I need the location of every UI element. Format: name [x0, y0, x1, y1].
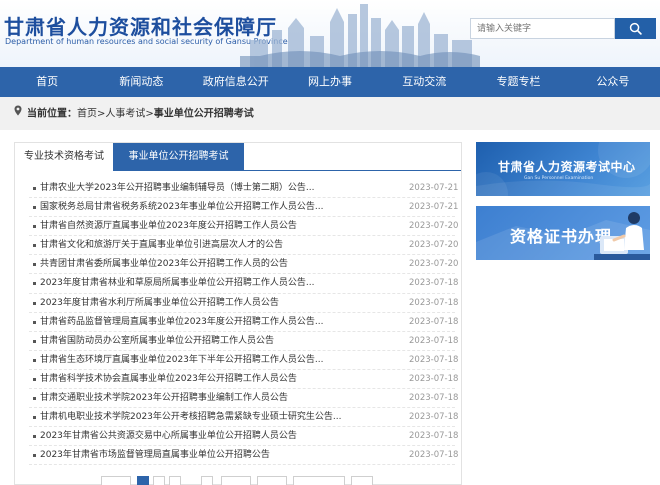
article-title[interactable]: 2023年度甘肃省水利厅所属事业单位公开招聘工作人员公告 — [40, 294, 362, 312]
breadcrumb: 当前位置：首页>人事考试>事业单位公开招聘考试 — [0, 97, 660, 130]
pagination-page-button[interactable] — [201, 476, 213, 485]
search-button[interactable] — [615, 18, 656, 39]
exam-center-banner[interactable]: 甘肃省人力资源考试中心 Gan Su Personnel Examination — [476, 142, 650, 196]
pagination-page-current[interactable] — [137, 476, 149, 485]
certificate-banner[interactable]: 资格证书办理 — [476, 206, 650, 260]
bullet-icon — [33, 301, 36, 305]
article-date: 2023-07-20 — [409, 240, 459, 251]
city-skyline-illustration — [240, 4, 480, 67]
article-row[interactable]: 甘肃省生态环境厅直属事业单位2023年下半年公开招聘工作人员公告... 2023-… — [29, 351, 459, 370]
article-panel: 专业技术资格考试 事业单位公开招聘考试 甘肃农业大学2023年公开招聘事业编制辅… — [14, 142, 462, 485]
tab-public-institution-recruitment[interactable]: 事业单位公开招聘考试 — [113, 143, 244, 171]
pagination-page-button[interactable] — [169, 476, 181, 485]
site-header: 甘肃省人力资源和社会保障厅 Department of human resour… — [0, 0, 660, 67]
article-row[interactable]: 甘肃省科学技术协会直属事业单位2023年公开招聘工作人员公告 2023-07-18 — [29, 370, 459, 390]
tab-professional-qualification[interactable]: 专业技术资格考试 — [15, 143, 113, 171]
pagination-next-button[interactable] — [221, 476, 251, 485]
article-title[interactable]: 甘肃省生态环境厅直属事业单位2023年下半年公开招聘工作人员公告... — [40, 351, 362, 369]
article-title[interactable]: 甘肃农业大学2023年公开招聘事业编制辅导员（博士第二期）公告... — [40, 179, 362, 197]
article-row[interactable]: 2023年甘肃省公共资源交易中心所属事业单位公开招聘人员公告 2023-07-18 — [29, 427, 459, 447]
bullet-icon — [33, 358, 36, 362]
article-date: 2023-07-18 — [409, 297, 459, 308]
article-title[interactable]: 甘肃省国防动员办公室所属事业单位公开招聘工作人员公告 — [40, 332, 362, 350]
article-row[interactable]: 共青团甘肃省委所属事业单位2023年公开招聘工作人员的公告 2023-07-20 — [29, 255, 459, 275]
nav-item-topics[interactable]: 专题专栏 — [471, 67, 565, 97]
bullet-icon — [33, 397, 36, 401]
article-date: 2023-07-18 — [409, 354, 459, 365]
bullet-icon — [33, 244, 36, 248]
article-row[interactable]: 甘肃省自然资源厅直属事业单位2023年度公开招聘工作人员公告 2023-07-20 — [29, 217, 459, 237]
article-row[interactable]: 甘肃省国防动员办公室所属事业单位公开招聘工作人员公告 2023-07-18 — [29, 332, 459, 351]
article-row[interactable]: 2023年度甘肃省林业和草原局所属事业单位公开招聘工作人员公告... 2023-0… — [29, 274, 459, 294]
breadcrumb-path[interactable]: 首页>人事考试> — [77, 109, 154, 120]
nav-item-online-services[interactable]: 网上办事 — [283, 67, 377, 97]
article-title[interactable]: 甘肃省药品监督管理局直属事业单位2023年度公开招聘工作人员公告... — [40, 313, 362, 331]
pagination-prev-button[interactable] — [101, 476, 131, 485]
article-row[interactable]: 2023年甘肃省市场监督管理局直属事业单位公开招聘公告 2023-07-18 — [29, 446, 459, 466]
pagination-jump-input[interactable] — [293, 476, 345, 485]
article-title[interactable]: 甘肃机电职业技术学院2023年公开考核招聘急需紧缺专业硕士研究生公告... — [40, 408, 362, 426]
article-date: 2023-07-18 — [409, 412, 459, 423]
nav-item-home[interactable]: 首页 — [0, 67, 94, 97]
nav-item-interaction[interactable]: 互动交流 — [377, 67, 471, 97]
article-row[interactable]: 甘肃省文化和旅游厅关于直属事业单位引进高层次人才的公告 2023-07-20 — [29, 236, 459, 256]
bullet-icon — [33, 225, 36, 229]
bullet-icon — [33, 282, 36, 286]
bullet-icon — [33, 377, 36, 381]
main-nav: 首页 新闻动态 政府信息公开 网上办事 互动交流 专题专栏 公众号 — [0, 67, 660, 97]
pagination-go-button[interactable] — [351, 476, 373, 485]
exam-center-subtitle: Gan Su Personnel Examination — [524, 176, 594, 181]
article-date: 2023-07-18 — [409, 450, 459, 461]
article-date: 2023-07-20 — [409, 259, 459, 270]
bullet-icon — [33, 454, 36, 458]
article-row[interactable]: 2023年度甘肃省水利厅所属事业单位公开招聘工作人员公告 2023-07-18 — [29, 294, 459, 313]
article-date: 2023-07-20 — [409, 221, 459, 232]
nav-item-news[interactable]: 新闻动态 — [94, 67, 188, 97]
nav-item-official-account[interactable]: 公众号 — [566, 67, 660, 97]
article-title[interactable]: 国家税务总局甘肃省税务系统2023年事业单位公开招聘工作人员公告... — [40, 198, 362, 216]
tab-bar: 专业技术资格考试 事业单位公开招聘考试 — [15, 143, 461, 171]
exam-center-title: 甘肃省人力资源考试中心 — [498, 160, 636, 174]
article-row[interactable]: 甘肃农业大学2023年公开招聘事业编制辅导员（博士第二期）公告... 2023-0… — [29, 179, 459, 199]
bullet-icon — [33, 187, 36, 190]
article-row[interactable]: 国家税务总局甘肃省税务系统2023年事业单位公开招聘工作人员公告... 2023-… — [29, 198, 459, 218]
person-at-desk-icon — [594, 212, 650, 260]
article-date: 2023-07-18 — [409, 278, 459, 289]
article-row[interactable]: 甘肃省药品监督管理局直属事业单位2023年度公开招聘工作人员公告... 2023-… — [29, 313, 459, 332]
breadcrumb-current: 事业单位公开招聘考试 — [153, 108, 254, 120]
nav-item-gov-info[interactable]: 政府信息公开 — [189, 67, 283, 97]
article-row[interactable]: 甘肃交通职业技术学院2023年公开招聘事业编制工作人员公告 2023-07-18 — [29, 389, 459, 409]
article-title[interactable]: 2023年甘肃省市场监督管理局直属事业单位公开招聘公告 — [40, 446, 362, 464]
article-title[interactable]: 甘肃交通职业技术学院2023年公开招聘事业编制工作人员公告 — [40, 389, 362, 407]
search-input[interactable] — [470, 18, 615, 39]
bullet-icon — [33, 435, 36, 439]
article-date: 2023-07-18 — [409, 393, 459, 404]
search-icon — [629, 22, 642, 35]
site-title[interactable]: 甘肃省人力资源和社会保障厅 — [4, 11, 277, 40]
location-pin-icon — [14, 97, 22, 130]
bullet-icon — [33, 320, 36, 324]
article-title[interactable]: 共青团甘肃省委所属事业单位2023年公开招聘工作人员的公告 — [40, 255, 362, 273]
bullet-icon — [33, 339, 36, 343]
article-date: 2023-07-18 — [409, 335, 459, 346]
article-title[interactable]: 甘肃省自然资源厅直属事业单位2023年度公开招聘工作人员公告 — [40, 217, 362, 235]
bullet-icon — [33, 263, 36, 267]
article-date: 2023-07-18 — [409, 431, 459, 442]
breadcrumb-prefix: 当前位置： — [27, 108, 77, 120]
pagination — [101, 476, 381, 485]
bullet-icon — [33, 416, 36, 420]
article-title[interactable]: 2023年度甘肃省林业和草原局所属事业单位公开招聘工作人员公告... — [40, 274, 362, 292]
article-title[interactable]: 甘肃省科学技术协会直属事业单位2023年公开招聘工作人员公告 — [40, 370, 362, 388]
article-title[interactable]: 甘肃省文化和旅游厅关于直属事业单位引进高层次人才的公告 — [40, 236, 362, 254]
article-title[interactable]: 2023年甘肃省公共资源交易中心所属事业单位公开招聘人员公告 — [40, 427, 362, 445]
article-date: 2023-07-21 — [409, 202, 459, 213]
article-row[interactable]: 甘肃机电职业技术学院2023年公开考核招聘急需紧缺专业硕士研究生公告... 202… — [29, 408, 459, 428]
article-list: 甘肃农业大学2023年公开招聘事业编制辅导员（博士第二期）公告... 2023-0… — [29, 179, 459, 466]
bullet-icon — [33, 206, 36, 210]
pagination-page-button[interactable] — [153, 476, 165, 485]
article-date: 2023-07-18 — [409, 373, 459, 384]
article-date: 2023-07-21 — [409, 183, 459, 193]
article-date: 2023-07-18 — [409, 316, 459, 327]
pagination-last-button[interactable] — [257, 476, 287, 485]
